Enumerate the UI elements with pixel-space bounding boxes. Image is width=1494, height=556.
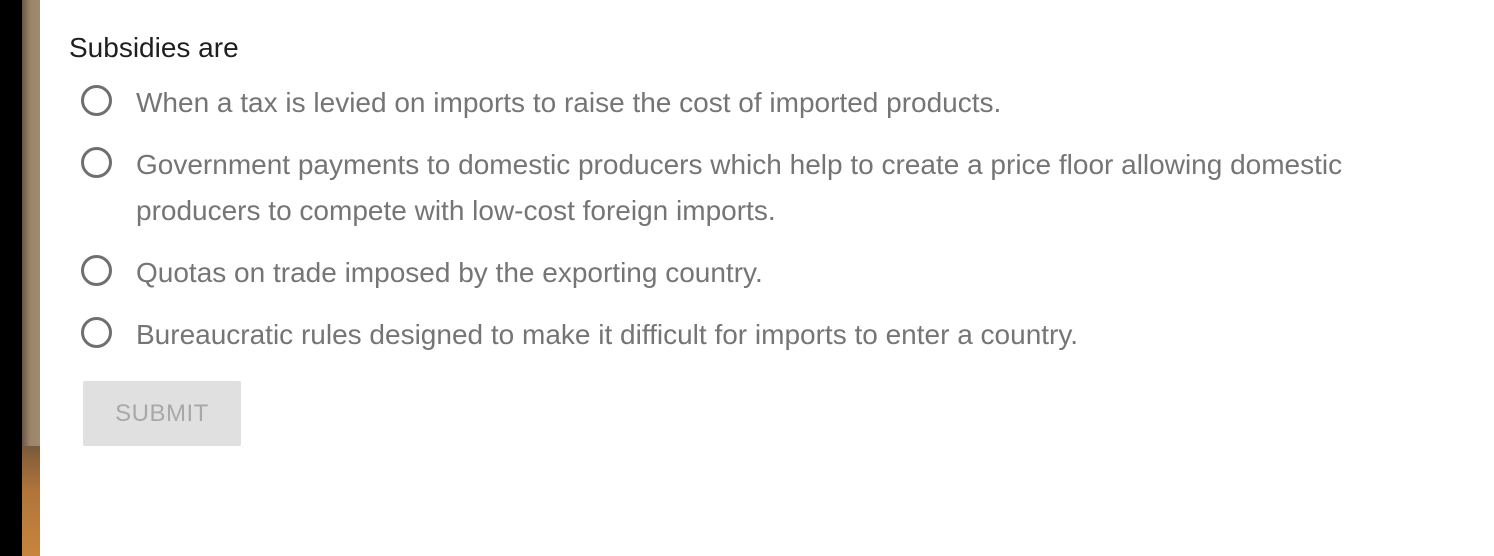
submit-button[interactable]: SUBMIT — [83, 381, 241, 446]
answer-option-4[interactable]: Bureaucratic rules designed to make it d… — [69, 312, 1396, 358]
answer-option-label: When a tax is levied on imports to raise… — [136, 87, 1002, 118]
answer-option-2[interactable]: Government payments to domestic producer… — [69, 142, 1396, 234]
radio-icon[interactable] — [81, 317, 112, 348]
answer-option-label: Quotas on trade imposed by the exporting… — [136, 257, 763, 288]
left-edge-strip — [0, 0, 40, 556]
radio-icon[interactable] — [81, 147, 112, 178]
question-text: Subsidies are — [69, 32, 239, 63]
answer-option-label: Bureaucratic rules designed to make it d… — [136, 319, 1079, 350]
question-card: Subsidies are When a tax is levied on im… — [69, 28, 1469, 446]
radio-icon[interactable] — [81, 255, 112, 286]
answer-option-1[interactable]: When a tax is levied on imports to raise… — [69, 80, 1396, 126]
radio-icon[interactable] — [81, 85, 112, 116]
answer-options: When a tax is levied on imports to raise… — [69, 80, 1469, 358]
answer-option-3[interactable]: Quotas on trade imposed by the exporting… — [69, 250, 1396, 296]
answer-option-label: Government payments to domestic producer… — [136, 149, 1343, 226]
quiz-page: Subsidies are When a tax is levied on im… — [0, 0, 1494, 556]
